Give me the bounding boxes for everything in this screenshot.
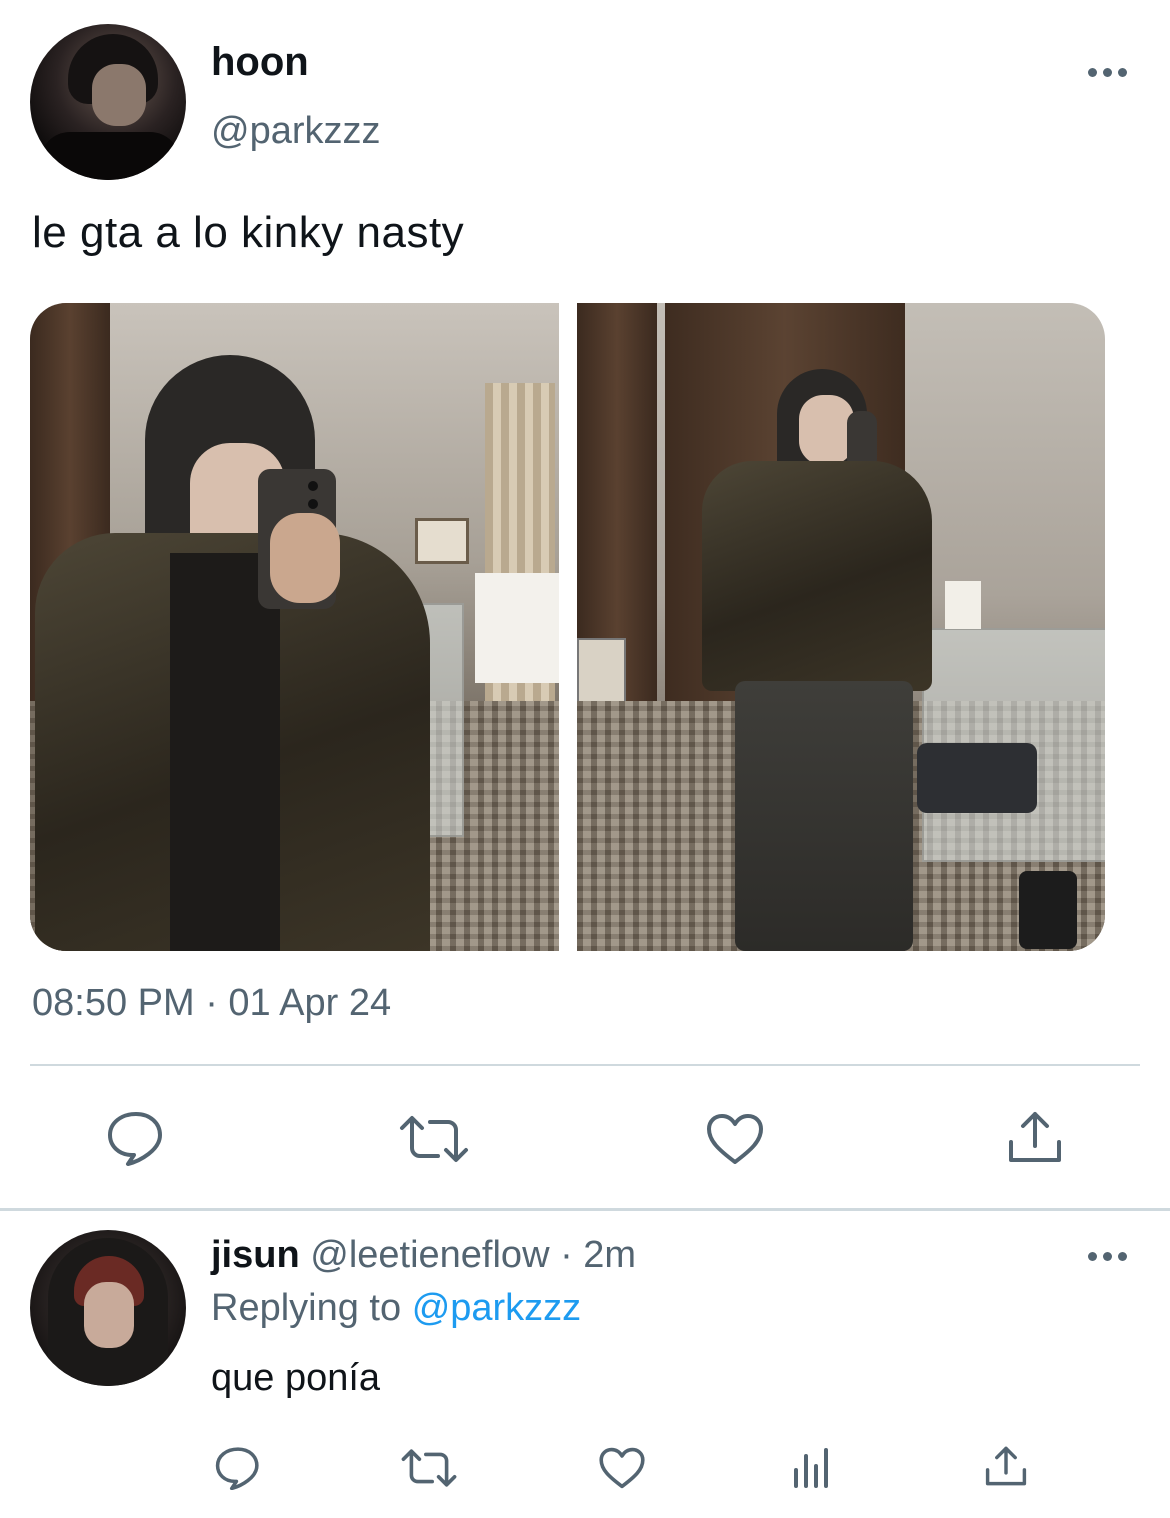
divider [30, 1064, 1140, 1066]
reply-like-icon[interactable] [598, 1446, 646, 1490]
reply-author-avatar[interactable] [30, 1230, 186, 1386]
section-divider [0, 1208, 1170, 1211]
author-display-name[interactable]: hoon [211, 40, 309, 85]
replying-to-label: Replying to [211, 1287, 402, 1329]
reply-icon[interactable] [106, 1110, 166, 1166]
reply-reply-icon[interactable] [214, 1446, 262, 1490]
reply-views-icon[interactable] [792, 1448, 834, 1488]
reply-separator: · [560, 1234, 573, 1276]
reply-display-name[interactable]: jisun [211, 1234, 300, 1276]
tweet-photo-1[interactable] [30, 303, 559, 951]
tweet-photo-2[interactable] [577, 303, 1105, 951]
replying-to-link[interactable]: @parkzzz [412, 1287, 582, 1329]
reply-handle[interactable]: @leetieneflow [310, 1234, 549, 1276]
more-options-icon[interactable] [1088, 68, 1128, 80]
author-handle[interactable]: @parkzzz [211, 110, 381, 153]
reply-retweet-icon[interactable] [400, 1448, 458, 1488]
retweet-icon[interactable] [398, 1114, 470, 1164]
replying-to-line: Replying to @parkzzz [211, 1287, 581, 1330]
tweet-timestamp[interactable]: 08:50 PM · 01 Apr 24 [32, 982, 391, 1025]
share-icon[interactable] [1005, 1108, 1065, 1166]
like-icon[interactable] [705, 1112, 765, 1166]
reply-share-icon[interactable] [983, 1443, 1029, 1489]
tweet-text: le gta a lo kinky nasty [32, 208, 465, 257]
author-avatar[interactable] [30, 24, 186, 180]
reply-time[interactable]: 2m [583, 1234, 636, 1276]
reply-more-options-icon[interactable] [1088, 1252, 1128, 1264]
reply-header: jisun @leetieneflow · 2m [211, 1234, 636, 1277]
reply-text: que ponía [211, 1357, 381, 1399]
